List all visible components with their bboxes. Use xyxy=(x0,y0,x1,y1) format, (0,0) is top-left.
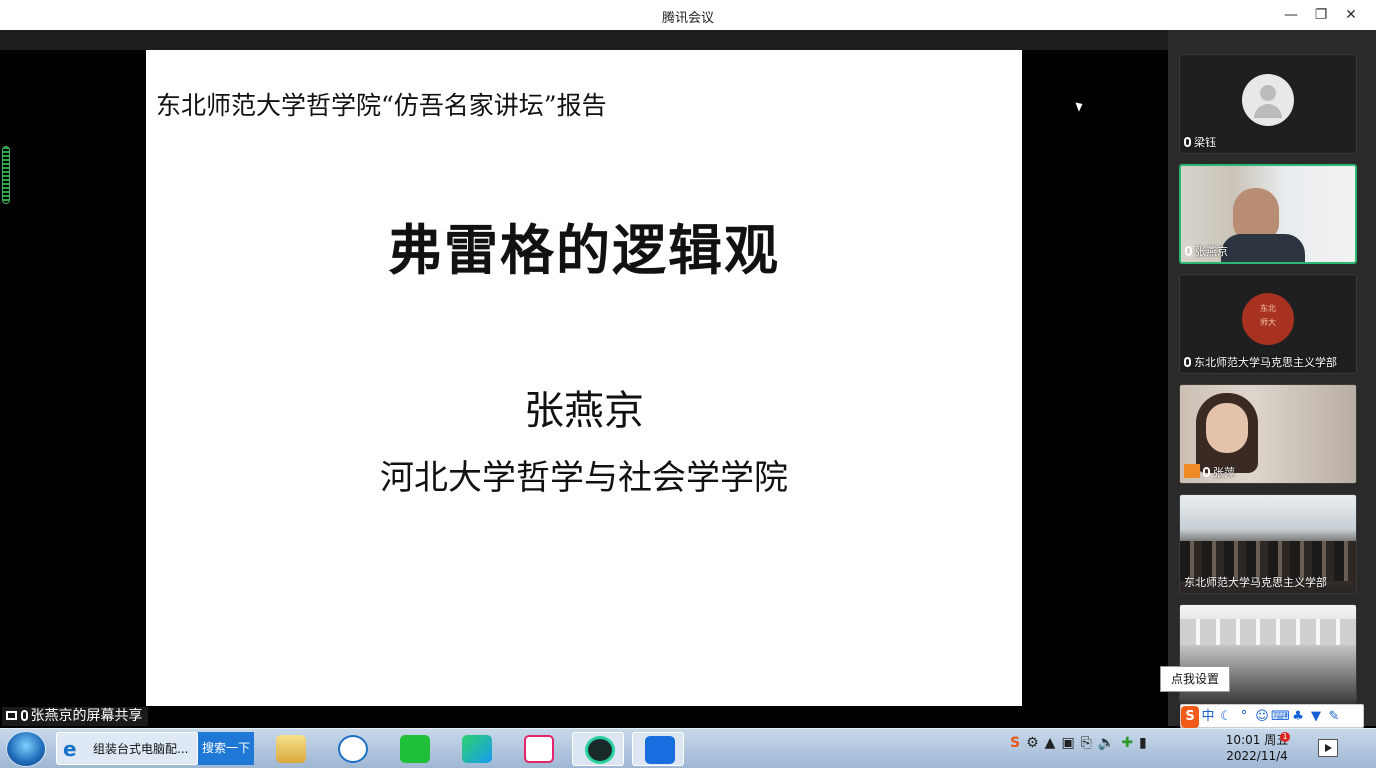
show-hidden-icons[interactable]: ▲ xyxy=(1045,735,1056,751)
search-button[interactable]: 搜索一下 xyxy=(198,732,254,765)
classroom-ceiling-video xyxy=(1180,619,1356,645)
show-desktop-button[interactable] xyxy=(1318,739,1338,757)
minimize-icon[interactable]: — xyxy=(1278,4,1304,26)
skin-icon[interactable]: ♣ xyxy=(1289,706,1307,728)
mic-icon xyxy=(1184,357,1191,367)
video-player-icon[interactable] xyxy=(450,732,502,766)
wrench-icon[interactable]: ✎ xyxy=(1325,706,1343,728)
screen-share-label: 张燕京的屏幕共享 xyxy=(2,707,149,726)
ie-icon: e xyxy=(63,737,77,761)
ime-toolbar[interactable]: S 中 ☾ ° ☺ ⌨ ♣ ▼ ✎ xyxy=(1180,704,1364,728)
participant-name: 东北师范大学马克思主义学部 xyxy=(1194,356,1337,369)
mic-icon xyxy=(1185,246,1192,256)
speaker-video-face xyxy=(1233,188,1279,240)
participant-tile[interactable]: 东北师范大学马克思主义学部 xyxy=(1179,494,1357,594)
signal-icon[interactable]: ▮ xyxy=(1139,735,1147,751)
participant-name: 东北师范大学马克思主义学部 xyxy=(1184,576,1327,589)
obs-icon[interactable] xyxy=(572,732,624,766)
participant-tile-active[interactable]: 张燕京 xyxy=(1179,164,1357,264)
mic-icon xyxy=(21,710,29,721)
sogou-logo-icon[interactable]: S xyxy=(1181,706,1199,728)
participant-tile[interactable]: 梁钰 xyxy=(1179,54,1357,154)
participant-video-face xyxy=(1206,403,1248,453)
taskbar: e 组装台式电脑配... 搜索一下 S ⚙ ▲ ▣ ⎘ 🔈 ✚ ▮ 10:01 周五 2022… xyxy=(0,728,1376,768)
system-clock[interactable]: 10:01 周五 2022/11/4 1 xyxy=(1222,732,1292,764)
volume-icon[interactable]: 🔈 xyxy=(1098,735,1115,751)
restore-icon[interactable]: ❐ xyxy=(1308,4,1334,26)
device-icon[interactable]: ▣ xyxy=(1061,735,1074,751)
file-explorer-icon[interactable] xyxy=(264,732,316,766)
screen-share-bar xyxy=(0,706,1168,726)
window-title: 腾讯会议 xyxy=(661,11,714,26)
taskbar-ie-label: 组装台式电脑配... xyxy=(93,742,189,756)
participant-name: 张燕京 xyxy=(1195,245,1228,258)
security-icon[interactable]: ✚ xyxy=(1121,735,1133,751)
taskbar-ie-window[interactable]: e 组装台式电脑配... xyxy=(56,732,198,765)
start-button[interactable] xyxy=(6,731,46,767)
slide-affiliation: 河北大学哲学与社会学学院 xyxy=(380,458,788,498)
notification-badge: 1 xyxy=(1280,732,1290,742)
tencent-meeting-icon[interactable] xyxy=(632,732,684,766)
iqiyi-icon[interactable] xyxy=(388,732,440,766)
sogou-browser-icon[interactable] xyxy=(326,732,378,766)
slide-title: 弗雷格的逻辑观 xyxy=(388,218,780,282)
punctuation-icon[interactable]: ° xyxy=(1235,706,1253,728)
close-icon[interactable]: ✕ xyxy=(1338,4,1364,26)
participant-tile[interactable]: 东北 师大 东北师范大学马克思主义学部 xyxy=(1179,274,1357,374)
speaker-video-body xyxy=(1221,234,1305,262)
window-titlebar: 腾讯会议 — ❐ ✕ xyxy=(0,0,1376,30)
avatar-icon xyxy=(1242,74,1294,126)
participant-name: 张萍 xyxy=(1213,466,1235,479)
mic-muted-icon xyxy=(1184,137,1191,147)
moon-icon[interactable]: ☾ xyxy=(1217,706,1235,728)
keyboard-icon[interactable]: ⌨ xyxy=(1271,706,1290,728)
org-seal-logo: 东北 师大 xyxy=(1242,293,1294,345)
shirt-icon[interactable]: ▼ xyxy=(1307,706,1325,728)
volume-meter-icon xyxy=(2,146,10,204)
participant-tile[interactable]: 张萍 xyxy=(1179,384,1357,484)
clock-date: 2022/11/4 xyxy=(1226,749,1288,763)
participant-name: 梁钰 xyxy=(1194,136,1216,149)
sogou-tray-icon[interactable]: S xyxy=(1010,735,1020,751)
system-tray: S ⚙ ▲ ▣ ⎘ 🔈 ✚ ▮ xyxy=(1010,735,1153,751)
settings-tooltip[interactable]: 点我设置 xyxy=(1160,666,1230,692)
emoji-icon[interactable]: ☺ xyxy=(1253,706,1271,728)
usb-icon[interactable]: ⎘ xyxy=(1081,735,1092,751)
ime-mode-indicator[interactable]: 中 xyxy=(1199,706,1217,728)
slide-header: 东北师范大学哲学院“仿吾名家讲坛”报告 xyxy=(156,91,607,120)
mic-muted-icon xyxy=(1203,467,1210,477)
presentation-slide: 东北师范大学哲学院“仿吾名家讲坛”报告 弗雷格的逻辑观 张燕京 河北大学哲学与社… xyxy=(146,50,1022,706)
youku-icon[interactable] xyxy=(512,732,564,766)
screen-share-icon xyxy=(6,711,17,720)
person-icon xyxy=(1184,464,1200,478)
toolbar-band xyxy=(0,30,1168,50)
network-settings-icon[interactable]: ⚙ xyxy=(1026,735,1039,751)
slide-author: 张燕京 xyxy=(524,388,644,434)
